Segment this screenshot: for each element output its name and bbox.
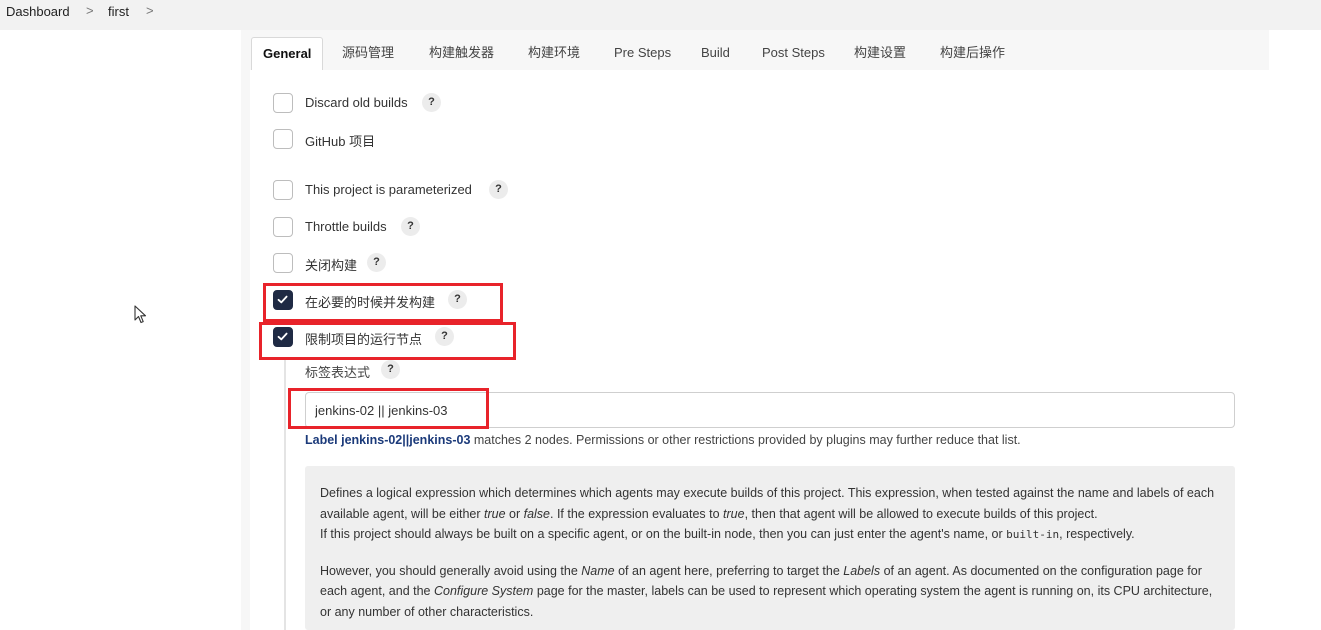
help-emphasis: false [523,506,551,521]
github-project-checkbox[interactable] [273,129,293,149]
help-emphasis: true [723,506,745,521]
help-text: . If the expression evaluates to [550,506,724,521]
tab-general[interactable]: General [251,37,324,71]
help-icon[interactable]: ? [401,217,420,236]
highlight-box [263,283,503,322]
help-text: , then that agent will be allowed to exe… [744,506,1098,521]
tab-build-environment[interactable]: 构建环境 [517,37,591,71]
help-icon[interactable]: ? [367,253,386,272]
tab-build[interactable]: Build [690,37,741,71]
right-blank-area [1269,30,1321,630]
breadcrumb-dashboard[interactable]: Dashboard [6,4,70,19]
help-emphasis: Configure System [433,584,534,598]
help-text: or [505,506,524,521]
breadcrumb-job[interactable]: first [108,4,129,19]
help-code: built-in [1006,528,1060,541]
tab-post-steps[interactable]: Post Steps [751,37,836,71]
help-text: However, you should generally avoid usin… [320,563,582,578]
option-label[interactable]: Throttle builds [305,219,387,234]
help-text: If this project should always be built o… [320,527,1007,541]
nested-options-indent [284,360,286,630]
discard-old-builds-checkbox[interactable] [273,93,293,113]
label-match-info: Label jenkins-02||jenkins-03 matches 2 n… [305,433,1021,447]
breadcrumb: Dashboard > first > [0,0,1321,30]
help-paragraph: However, you should generally avoid usin… [320,561,1219,623]
option-label[interactable]: GitHub 项目 [305,131,375,150]
breadcrumb-separator-icon: > [86,3,94,18]
label-expression-help: Defines a logical expression which deter… [305,466,1235,630]
label-match-link[interactable]: Label jenkins-02||jenkins-03 [305,433,470,447]
help-paragraph: Defines a logical expression which deter… [320,483,1219,546]
option-label[interactable]: This project is parameterized [305,182,472,197]
help-emphasis: Labels [843,563,881,578]
left-blank-area [0,30,241,630]
help-icon[interactable]: ? [381,360,400,379]
help-text: of an agent here, preferring to target t… [614,563,844,578]
highlight-box [288,388,489,429]
tab-build-triggers[interactable]: 构建触发器 [418,37,505,71]
label-match-text: matches 2 nodes. Permissions or other re… [470,433,1021,447]
tab-build-settings[interactable]: 构建设置 [843,37,917,71]
throttle-builds-checkbox[interactable] [273,217,293,237]
help-icon[interactable]: ? [489,180,508,199]
option-label[interactable]: 关闭构建 [305,255,357,274]
parameterized-checkbox[interactable] [273,180,293,200]
help-icon[interactable]: ? [422,93,441,112]
highlight-box [259,322,516,360]
help-emphasis: Name [581,563,615,578]
tab-pre-steps[interactable]: Pre Steps [603,37,682,71]
option-label[interactable]: Discard old builds [305,95,408,110]
help-text: , respectively. [1059,527,1135,541]
tab-post-build-actions[interactable]: 构建后操作 [929,37,1016,71]
tab-scm[interactable]: 源码管理 [331,37,405,71]
breadcrumb-separator-icon: > [146,3,154,18]
label-expression-label: 标签表达式 ? [305,360,400,381]
disable-build-checkbox[interactable] [273,253,293,273]
label-expression-label-text: 标签表达式 [305,365,371,380]
mouse-cursor-icon [134,305,147,324]
help-emphasis: true [484,506,506,521]
